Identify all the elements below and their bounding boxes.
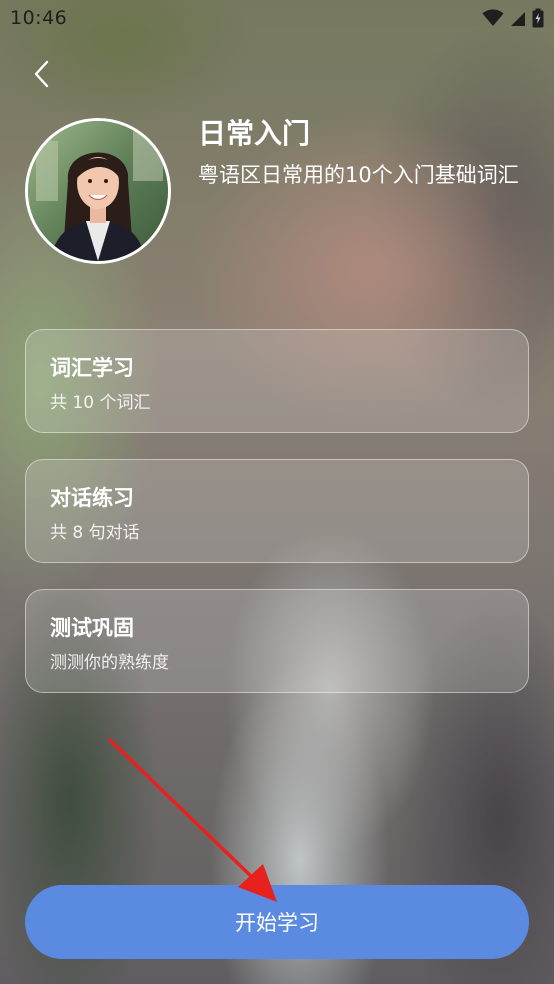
signal-icon	[510, 9, 526, 31]
status-icons	[482, 8, 544, 32]
wifi-icon	[482, 9, 504, 31]
status-bar: 10:46	[0, 0, 554, 36]
card-title: 词汇学习	[50, 356, 134, 380]
battery-icon	[532, 8, 544, 32]
start-learning-button[interactable]: 开始学习	[25, 885, 529, 959]
card-subtitle: 共 10 个词汇	[50, 393, 151, 413]
card-title: 测试巩固	[50, 616, 134, 640]
course-title: 日常入门	[198, 117, 311, 150]
course-description: 粤语区日常用的10个入门基础词汇	[198, 163, 519, 187]
card-title: 对话练习	[50, 486, 134, 510]
card-subtitle: 测测你的熟练度	[50, 653, 169, 673]
avatar	[25, 118, 171, 264]
chevron-left-icon	[32, 59, 52, 93]
section-card-quiz[interactable]: 测试巩固 测测你的熟练度	[25, 589, 529, 693]
screen: 10:46 日常入门 粤语区日常用的10个入门基础词汇 词汇学习 共 10 个词…	[0, 0, 554, 984]
back-button[interactable]	[24, 58, 60, 94]
section-card-vocabulary[interactable]: 词汇学习 共 10 个词汇	[25, 329, 529, 433]
card-subtitle: 共 8 句对话	[50, 523, 140, 543]
status-time: 10:46	[10, 7, 68, 29]
section-card-dialogue[interactable]: 对话练习 共 8 句对话	[25, 459, 529, 563]
